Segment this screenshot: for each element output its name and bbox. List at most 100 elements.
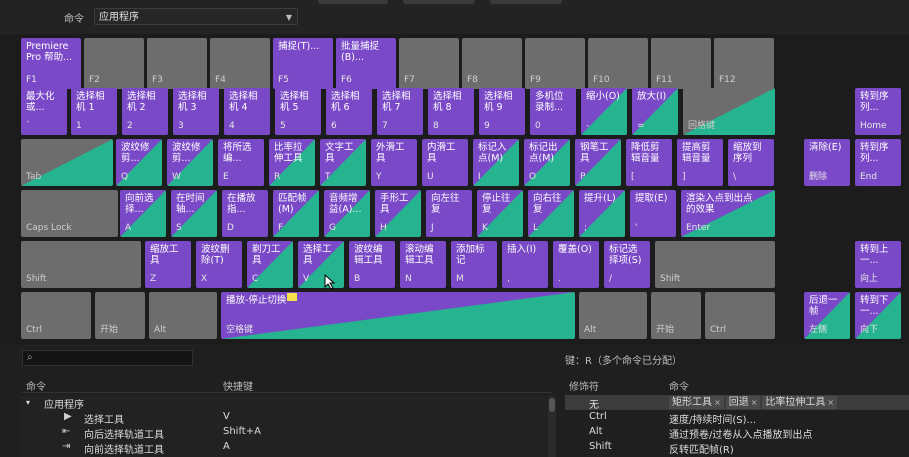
key-w[interactable]: 波纹修 剪... W (167, 139, 213, 186)
top-button-left[interactable] (318, 0, 388, 4)
key-k3[interactable]: 选择相 机 3 3 (173, 88, 219, 135)
chevron-down-icon[interactable]: ▾ (26, 398, 30, 407)
key-e[interactable]: 将所选 编... E (218, 139, 264, 186)
key-r[interactable]: 比率拉 伸工具 R (269, 139, 315, 186)
modifier-row[interactable]: Ctrl 速度/持续时间(S)... (565, 410, 909, 426)
key-minus[interactable]: 缩小(O) - (581, 88, 627, 135)
key-down[interactable]: 转到下 一... 向下 (855, 292, 901, 339)
column-header-right-command[interactable]: 命令 (669, 378, 689, 393)
key-g[interactable]: 音频增 益(A)... G (324, 190, 370, 237)
scrollbar-thumb[interactable] (549, 398, 555, 412)
key-slash[interactable]: 标记选 择项(S) / (604, 241, 650, 288)
key-f7[interactable]: F7 (399, 38, 459, 89)
key-c[interactable]: 剃刀工 具 C (247, 241, 293, 288)
table-row[interactable]: ⇤ 向后选择轨道工具 Shift+A (20, 425, 548, 441)
shortcut-value[interactable]: Shift+A (223, 426, 261, 437)
command-chip[interactable]: 比率拉伸工具 × (762, 396, 838, 409)
key-rbracket[interactable]: 提高剪 辑音量] (677, 139, 723, 186)
key-ralt[interactable]: Alt (579, 292, 647, 339)
key-lbracket[interactable]: 降低剪 辑音量 [ (626, 139, 672, 186)
key-lctrl[interactable]: Ctrl (21, 292, 91, 339)
close-icon[interactable]: × (751, 398, 758, 407)
key-comma[interactable]: 插入(I), (502, 241, 548, 288)
key-t[interactable]: 文字工 具 T (320, 139, 366, 186)
key-f9[interactable]: F9 (525, 38, 585, 89)
top-button-right[interactable] (490, 0, 562, 4)
key-f6[interactable]: 批量捕捉 (B)... F6 (336, 38, 396, 89)
key-v[interactable]: 选择工 具 V (298, 241, 344, 288)
key-caps[interactable]: Caps Lock (21, 190, 118, 237)
key-k5[interactable]: 选择相 机 5 5 (275, 88, 321, 135)
key-tilde[interactable]: 最大化 或... ` (21, 88, 67, 135)
key-equal[interactable]: 放大(I) = (632, 88, 678, 135)
key-k6[interactable]: 选择相 机 6 6 (326, 88, 372, 135)
key-f2[interactable]: F2 (84, 38, 144, 89)
key-m[interactable]: 添加标 记 M (451, 241, 497, 288)
shortcut-value[interactable]: V (223, 411, 230, 422)
key-rshift[interactable]: Shift (655, 241, 775, 288)
key-k8[interactable]: 选择相 机 8 8 (428, 88, 474, 135)
key-f8[interactable]: F8 (462, 38, 522, 89)
key-rcmd[interactable]: 开始 (651, 292, 701, 339)
command-chip[interactable]: 矩形工具 × (669, 396, 724, 409)
close-icon[interactable]: × (714, 398, 721, 407)
key-b[interactable]: 波纹编 辑工具 B (349, 241, 395, 288)
modifier-row[interactable]: Shift 反转匹配帧(R) (565, 440, 909, 456)
column-header-modifier[interactable]: 修饰符 (569, 378, 599, 393)
key-end[interactable]: 转到序 列... End (855, 139, 901, 186)
top-button-middle[interactable] (403, 0, 475, 4)
key-f5[interactable]: 捕捉(T)... F5 (273, 38, 333, 89)
command-list-scrollbar[interactable] (548, 396, 556, 457)
column-header-command[interactable]: 命令 (26, 378, 46, 393)
key-lalt[interactable]: Alt (149, 292, 217, 339)
key-lshift[interactable]: Shift (21, 241, 141, 288)
key-y[interactable]: 外滑工 具 Y (371, 139, 417, 186)
key-delete[interactable]: 清除(E) 删除 (804, 139, 850, 186)
shortcut-value[interactable]: A (223, 441, 230, 452)
modifier-row[interactable]: Alt 通过预卷/过卷从入点播放到出点 (565, 425, 909, 441)
key-f1[interactable]: Premiere Pro 帮助... F1 (21, 38, 81, 89)
group-row[interactable]: ▾ 应用程序 (20, 395, 548, 411)
table-row[interactable]: ⇥ 向前选择轨道工具 A (20, 440, 548, 456)
key-o[interactable]: 标记出 点(M) O (524, 139, 570, 186)
key-k7[interactable]: 选择相 机 7 7 (377, 88, 423, 135)
key-n[interactable]: 滚动编 辑工具 N (400, 241, 446, 288)
key-k[interactable]: 停止往 复 K (477, 190, 523, 237)
search-input[interactable]: ⌕ (22, 350, 193, 366)
key-q[interactable]: 波纹修 剪... Q (116, 139, 162, 186)
key-l[interactable]: 向右往 复 L (528, 190, 574, 237)
key-enter[interactable]: 渲染入点到出点 的效果 Enter (681, 190, 775, 237)
close-icon[interactable]: × (827, 398, 834, 407)
key-a[interactable]: 向前选 择... A (120, 190, 166, 237)
key-tab[interactable]: Tab (21, 139, 113, 186)
key-p[interactable]: 钢笔工 具 P (575, 139, 621, 186)
key-h[interactable]: 手形工 具 H (375, 190, 421, 237)
key-d[interactable]: 在播放 指... D (222, 190, 268, 237)
key-f4[interactable]: F4 (210, 38, 270, 89)
key-s[interactable]: 在时间 轴... S (171, 190, 217, 237)
key-quote[interactable]: 提取(E) ' (630, 190, 676, 237)
key-lcmd[interactable]: 开始 (95, 292, 145, 339)
command-set-dropdown[interactable]: 应用程序 ▼ (94, 8, 298, 25)
key-f12[interactable]: F12 (714, 38, 774, 89)
key-k9[interactable]: 选择相 机 9 9 (479, 88, 525, 135)
key-left[interactable]: 后退一 帧左侧 (804, 292, 850, 339)
key-k1[interactable]: 选择相 机 1 1 (71, 88, 117, 135)
key-k2[interactable]: 选择相 机 2 2 (122, 88, 168, 135)
key-semicolon[interactable]: 提升(L); (579, 190, 625, 237)
key-backslash[interactable]: 缩放到 序列 \ (728, 139, 774, 186)
key-f10[interactable]: F10 (588, 38, 648, 89)
key-x[interactable]: 波纹删 除(T) X (196, 241, 242, 288)
key-period[interactable]: 覆盖(O). (553, 241, 599, 288)
key-u[interactable]: 内滑工 具 U (422, 139, 468, 186)
command-chip[interactable]: 回退 × (725, 396, 761, 409)
key-k0[interactable]: 多机位 录制... 0 (530, 88, 576, 135)
key-rctrl[interactable]: Ctrl (705, 292, 775, 339)
key-k4[interactable]: 选择相 机 4 4 (224, 88, 270, 135)
column-header-shortcut[interactable]: 快捷键 (223, 378, 253, 393)
key-i[interactable]: 标记入 点(M) I (473, 139, 519, 186)
key-f[interactable]: 匹配帧 (M) F (273, 190, 319, 237)
key-f11[interactable]: F11 (651, 38, 711, 89)
table-row[interactable]: ▶ 选择工具 V (20, 410, 548, 426)
key-up[interactable]: 转到上 一... 向上 (855, 241, 901, 288)
